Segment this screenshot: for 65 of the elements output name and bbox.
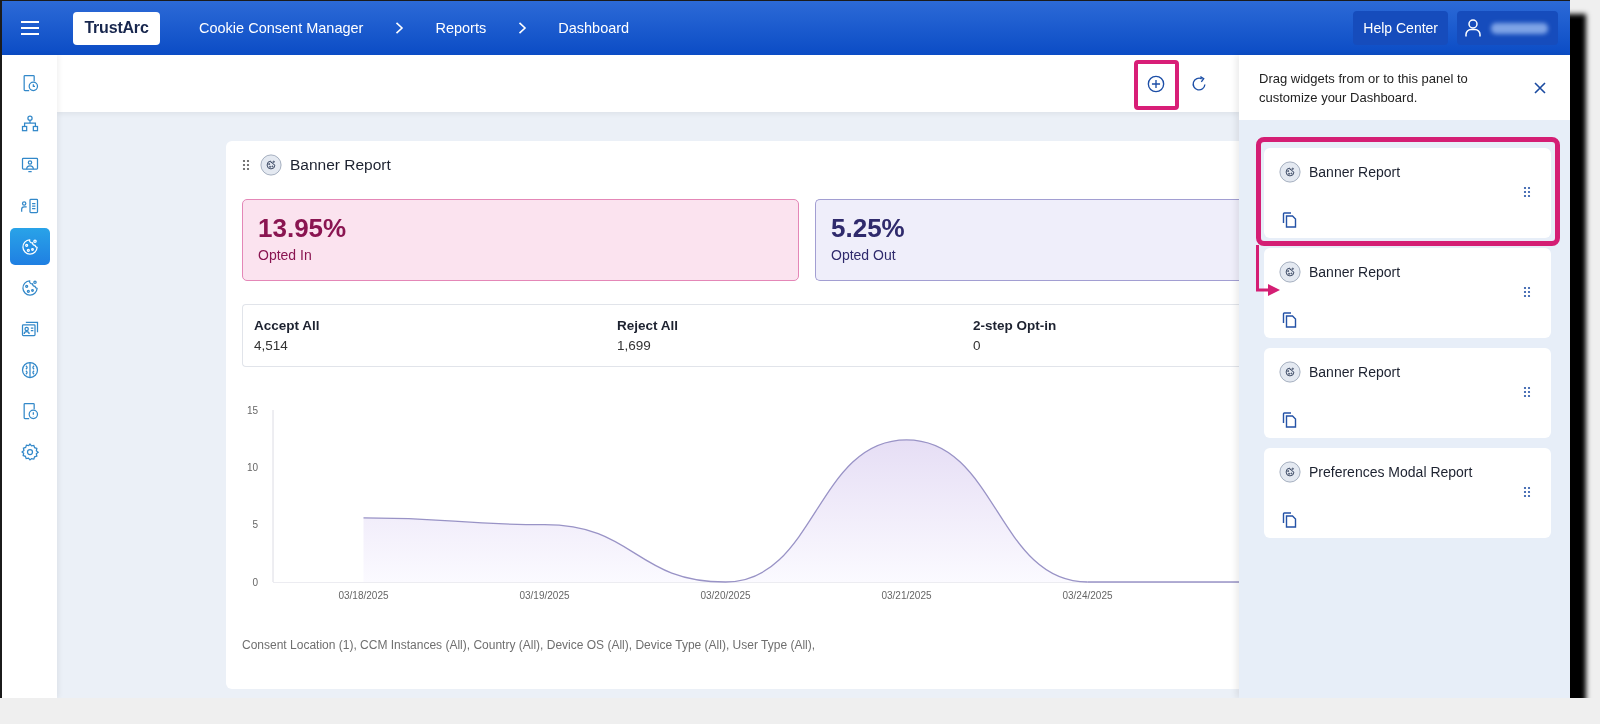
widget-title: Banner Report [1309, 264, 1401, 280]
axis-tick-label: 03/24/2025 [1062, 590, 1113, 601]
cookie-icon [19, 236, 40, 257]
help-center-button[interactable]: Help Center [1353, 11, 1448, 45]
cookie-icon [19, 277, 40, 298]
axis-tick-label: 03/20/2025 [700, 590, 751, 601]
breadcrumb-current: Dashboard [558, 20, 630, 36]
widget-card[interactable]: Banner Report [1264, 148, 1551, 238]
copy-icon[interactable] [1281, 411, 1297, 428]
hierarchy-icon [19, 113, 40, 134]
plus-circle-icon [1147, 74, 1165, 93]
axis-tick-label: 0 [252, 576, 258, 588]
cookie-icon [260, 154, 282, 176]
widget-title: Banner Report [1309, 164, 1401, 180]
refresh-icon [1190, 74, 1208, 93]
drag-handle-icon[interactable] [1523, 486, 1531, 498]
count-label: Accept All [254, 316, 321, 335]
widget-title: Banner Report [1309, 364, 1401, 380]
axis-tick-label: 03/18/2025 [338, 590, 389, 601]
logo[interactable]: TrustArc [73, 11, 160, 45]
count-label: Reject All [617, 316, 680, 335]
widget-title: Preferences Modal Report [1309, 464, 1473, 480]
sidebar-item[interactable] [9, 228, 50, 265]
widget-card[interactable]: Banner Report [1264, 248, 1551, 338]
breadcrumb-link[interactable]: Cookie Consent Manager [199, 20, 364, 36]
axis-tick-label: 5 [252, 519, 258, 531]
cookie-icon [1279, 161, 1301, 183]
axis-tick-label: 15 [246, 404, 258, 416]
cookie-icon [1279, 361, 1301, 383]
rate-label: Opted Out [831, 246, 897, 264]
drag-handle-icon[interactable] [1523, 186, 1531, 198]
user-icon [1465, 19, 1481, 37]
widget-card[interactable]: Preferences Modal Report [1264, 448, 1551, 538]
user-menu-button[interactable] [1457, 11, 1558, 45]
widget-title: Banner Report [290, 156, 391, 174]
chevron-icon [517, 22, 528, 34]
annotation-arrow [1255, 245, 1281, 297]
close-icon [1534, 81, 1546, 94]
count-value: 4,514 [254, 336, 289, 355]
rate-value: 13.95% [258, 213, 348, 244]
cookie-icon [1279, 461, 1301, 483]
brain-icon [19, 359, 40, 380]
count-value: 0 [973, 336, 982, 355]
menu-icon [21, 21, 39, 35]
panel-hint: Drag widgets from or to this panel to customize your Dashboard. [1259, 69, 1469, 107]
copy-icon[interactable] [1281, 211, 1297, 228]
drag-handle-icon[interactable] [1523, 286, 1531, 298]
axis-tick-label: 03/21/2025 [881, 590, 932, 601]
widget-card[interactable]: Banner Report [1264, 348, 1551, 438]
filter-summary: Consent Location (1), CCM Instances (All), Country (All), Device OS (All), Device Type (All), User Type (All), [242, 637, 817, 654]
axis-tick-label: 10 [246, 461, 258, 473]
axis-tick-label: 03/19/2025 [519, 590, 570, 601]
count-label: 2-step Opt-in [973, 316, 1058, 335]
redacted-name [1491, 22, 1548, 34]
count-value: 1,699 [617, 336, 652, 355]
rate-value: 5.25% [831, 213, 906, 244]
cookie-icon [1279, 261, 1301, 283]
breadcrumb-link[interactable]: Reports [435, 20, 487, 36]
copy-icon[interactable] [1281, 511, 1297, 528]
chevron-icon [394, 22, 405, 34]
copy-icon[interactable] [1281, 311, 1297, 328]
drag-handle-icon[interactable] [1523, 386, 1531, 398]
drag-handle-icon[interactable] [242, 159, 250, 171]
settings-icon [19, 441, 40, 462]
rate-label: Opted In [258, 246, 313, 264]
